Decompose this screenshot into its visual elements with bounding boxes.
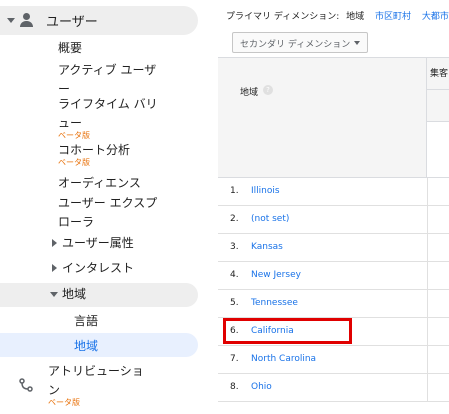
dimension-column-header[interactable]: 地域 ? bbox=[218, 58, 427, 178]
nav-group-label: 地域 bbox=[62, 287, 87, 301]
primary-dimension-option[interactable]: 市区町村 bbox=[375, 12, 411, 22]
nav-group-label: ユーザー属性 bbox=[62, 236, 134, 250]
caret-right-icon bbox=[52, 264, 57, 272]
report-main: プライマリ ディメンション: 地域 市区町村 大都市圏 セカンダリ ディメンショ… bbox=[218, 0, 449, 414]
nav-item-label: 概要 bbox=[58, 41, 83, 55]
chevron-down-icon bbox=[354, 41, 360, 45]
nav-item-label: オーディエンス bbox=[58, 176, 141, 190]
row-index: 8. bbox=[230, 382, 239, 392]
nav-group-interests[interactable]: インタレスト bbox=[0, 257, 198, 281]
table-row: 2. (not set) bbox=[218, 206, 449, 234]
row-link[interactable]: Tennessee bbox=[251, 298, 298, 308]
metric-total-cell bbox=[427, 122, 449, 178]
table-row: 5. Tennessee bbox=[218, 290, 449, 318]
nav-item-lifetime-value[interactable]: ライフタイム バリ ュー ベータ版 bbox=[58, 95, 158, 141]
row-link[interactable]: North Carolina bbox=[251, 354, 316, 364]
nav-sub-label: 地域 bbox=[74, 339, 99, 353]
row-index: 2. bbox=[230, 214, 239, 224]
attribution-icon bbox=[19, 378, 33, 392]
nav-item-label: アクティブ ユーザ bbox=[58, 63, 157, 77]
metric-group-header: 集客 bbox=[427, 58, 449, 178]
secondary-dimension-dropdown[interactable]: セカンダリ ディメンション bbox=[232, 32, 368, 53]
row-index: 3. bbox=[230, 242, 239, 252]
metric-header-cell[interactable] bbox=[427, 90, 449, 122]
nav-group-label: インタレスト bbox=[62, 261, 135, 275]
row-index: 1. bbox=[230, 186, 239, 196]
help-icon[interactable]: ? bbox=[263, 85, 273, 95]
beta-badge: ベータ版 bbox=[58, 131, 90, 140]
table-row: 3. Kansas bbox=[218, 234, 449, 262]
row-link[interactable]: Ohio bbox=[251, 382, 272, 392]
table-row: 1. Illinois bbox=[218, 178, 449, 206]
table-row: 8. Ohio bbox=[218, 374, 449, 402]
group-header-label: 集客 bbox=[430, 69, 449, 79]
nav-group-demographics[interactable]: ユーザー属性 bbox=[0, 232, 198, 256]
primary-dimension-label: プライマリ ディメンション: bbox=[226, 12, 340, 22]
nav-item-overview[interactable]: 概要 bbox=[58, 39, 82, 58]
nav-section-users[interactable]: ユーザー bbox=[0, 6, 198, 35]
nav-sub-label: 言語 bbox=[74, 314, 99, 328]
row-link[interactable]: Illinois bbox=[251, 186, 280, 196]
primary-dimension-option[interactable]: 大都市圏 bbox=[422, 12, 449, 22]
dimension-header-label: 地域 bbox=[240, 88, 259, 98]
nav-section-label: ユーザー bbox=[46, 15, 98, 30]
beta-badge: ベータ版 bbox=[48, 398, 80, 407]
nav-group-geo[interactable]: 地域 bbox=[0, 283, 198, 307]
row-index: 7. bbox=[230, 354, 239, 364]
data-table: 地域 ? 集客 1. Illinois 2. (not set) 3. Kans… bbox=[218, 57, 449, 414]
row-index: 4. bbox=[230, 270, 239, 280]
caret-right-icon bbox=[52, 239, 57, 247]
left-navigation: ユーザー 概要 アクティブ ユーザ ー ライフタイム バリ ュー ベータ版 コホ… bbox=[0, 0, 212, 414]
caret-down-icon bbox=[7, 18, 15, 23]
nav-item-label-cont: ローラ bbox=[58, 215, 95, 229]
row-link[interactable]: New Jersey bbox=[251, 270, 301, 280]
nav-item-audiences[interactable]: オーディエンス bbox=[58, 174, 141, 193]
row-link[interactable]: (not set) bbox=[251, 214, 289, 224]
table-row: 7. North Carolina bbox=[218, 346, 449, 374]
nav-item-cohort-analysis[interactable]: コホート分析 ベータ版 bbox=[58, 141, 130, 168]
caret-down-icon bbox=[50, 292, 58, 297]
nav-item-active-users[interactable]: アクティブ ユーザ ー bbox=[58, 61, 156, 99]
nav-sub-language[interactable]: 言語 bbox=[0, 308, 198, 332]
highlight-box bbox=[223, 318, 352, 344]
primary-dimension-bar: プライマリ ディメンション: 地域 市区町村 大都市圏 bbox=[226, 9, 449, 22]
row-index: 5. bbox=[230, 298, 239, 308]
nav-item-attribution[interactable]: アトリビューショ ン ベータ版 bbox=[48, 362, 144, 408]
nav-item-user-explorer[interactable]: ユーザー エクスプ ローラ bbox=[58, 194, 157, 232]
nav-sub-location[interactable]: 地域 bbox=[0, 333, 198, 357]
secondary-dimension-label: セカンダリ ディメンション bbox=[240, 40, 351, 50]
nav-item-label: ライフタイム バリ bbox=[58, 97, 158, 111]
person-icon bbox=[20, 13, 33, 27]
primary-dimension-value: 地域 bbox=[346, 12, 365, 22]
nav-item-label: ユーザー エクスプ bbox=[58, 196, 158, 210]
row-link[interactable]: Kansas bbox=[251, 242, 283, 252]
table-row: 4. New Jersey bbox=[218, 262, 449, 290]
nav-item-label: アトリビューショ bbox=[48, 364, 144, 378]
group-header-top: 集客 bbox=[427, 58, 449, 90]
